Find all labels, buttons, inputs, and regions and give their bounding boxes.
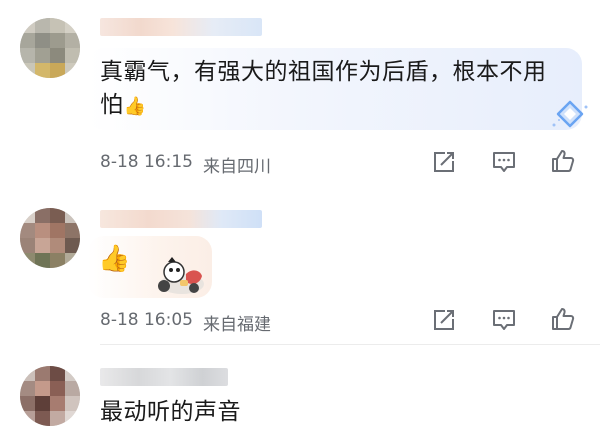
comment-meta: 8-18 16:05 来自福建 <box>100 310 271 335</box>
comment-text-line2: 怕 <box>100 92 124 118</box>
share-icon[interactable] <box>430 306 458 334</box>
avatar[interactable] <box>20 366 80 426</box>
comment-text: 真霸气，有强大的祖国作为后盾，根本不用 怕👍 <box>100 56 547 123</box>
comment-icon[interactable] <box>490 306 518 334</box>
comment-meta: 8-18 16:15 来自四川 <box>100 152 271 177</box>
like-icon[interactable] <box>549 147 577 175</box>
comment-location: 来自四川 <box>202 157 271 177</box>
comment-time: 8-18 16:05 <box>100 310 193 330</box>
comment-text-line1: 最动听的声音 <box>100 399 241 425</box>
username-blurred[interactable] <box>100 210 262 228</box>
sticker-icon <box>152 254 210 296</box>
comment-text-line1: 真霸气，有强大的祖国作为后盾，根本不用 <box>100 59 547 85</box>
share-icon[interactable] <box>430 148 458 176</box>
like-icon[interactable] <box>549 305 577 333</box>
comment-item: 真霸气，有强大的祖国作为后盾，根本不用 怕👍 8-18 16:15 来自四川 <box>0 0 600 194</box>
username-blurred[interactable] <box>100 18 262 36</box>
divider <box>100 344 600 345</box>
comment-icon[interactable] <box>490 148 518 176</box>
comment-item: 最动听的声音 <box>0 352 600 444</box>
thumbs-up-emoji: 👍 <box>98 244 131 274</box>
diamond-badge-icon <box>548 98 592 132</box>
comment-location: 来自福建 <box>202 315 271 335</box>
avatar[interactable] <box>20 18 80 78</box>
comment-time: 8-18 16:15 <box>100 152 193 172</box>
comment-text: 最动听的声音 <box>100 396 241 429</box>
thumbs-up-emoji: 👍 <box>123 96 147 117</box>
comment-item: 👍 8-18 16:05 来自福建 <box>0 196 600 346</box>
avatar[interactable] <box>20 208 80 268</box>
username-blurred[interactable] <box>100 368 228 386</box>
